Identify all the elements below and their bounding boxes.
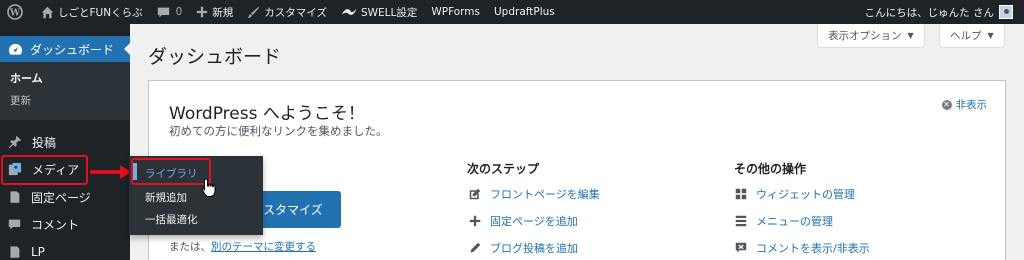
comment-icon: [8, 219, 21, 229]
edit-pencil-icon: [470, 242, 481, 253]
submenu-home[interactable]: ホーム: [10, 70, 43, 86]
caret-down-icon: ▼: [987, 31, 994, 40]
swell-label: SWELL設定: [360, 6, 418, 19]
flyout-add-new[interactable]: 新規追加: [145, 190, 187, 205]
dashboard-submenu: ホーム 更新: [0, 62, 130, 120]
wpforms-link[interactable]: WPForms: [424, 0, 487, 24]
menu-dashboard[interactable]: ダッシュボード: [0, 36, 130, 62]
page-title: ダッシュボード: [148, 46, 282, 68]
change-theme-line: または、別のテーマに変更する: [169, 239, 316, 254]
other-actions-heading: その他の操作: [734, 162, 807, 176]
next-step-label: フロントページを編集: [490, 188, 600, 201]
home-icon: [41, 6, 54, 18]
paintbrush-icon: [248, 6, 260, 18]
wpforms-label: WPForms: [431, 6, 480, 18]
next-step-label: 固定ページを追加: [490, 215, 578, 228]
avatar: [999, 5, 1013, 19]
admin-sidebar: ダッシュボード ホーム 更新 投稿 メディア 固定ページ コメント LP: [0, 24, 130, 260]
media-highlight-box: [1, 155, 88, 185]
media-flyout-submenu: ライブラリ 新規追加 一括最適化: [129, 156, 263, 235]
wordpress-logo-icon[interactable]: W: [0, 0, 34, 24]
comment-icon: [157, 7, 169, 17]
hand-cursor-icon: [201, 178, 216, 197]
comments-link[interactable]: 0: [150, 0, 190, 24]
next-step-label: ブログ投稿を追加: [490, 242, 578, 255]
welcome-title: WordPress へようこそ！: [169, 104, 365, 124]
svg-text:W: W: [9, 9, 21, 19]
change-theme-link[interactable]: 別のテーマに変更する: [211, 241, 316, 253]
updraftplus-link[interactable]: UpdraftPlus: [487, 0, 562, 24]
dismiss-link[interactable]: ✕ 非表示: [941, 97, 988, 112]
welcome-subtitle: 初めての方に便利なリンクを集めました。: [169, 124, 388, 138]
next-step-add-page[interactable]: 固定ページを追加: [469, 213, 578, 229]
menu-posts-label: 投稿: [32, 135, 57, 150]
other-action-widgets[interactable]: ウィジェットの管理: [735, 186, 855, 202]
other-action-label: ウィジェットの管理: [756, 188, 855, 201]
menu-pages-label: 固定ページ: [31, 190, 91, 205]
library-highlight-box: [131, 158, 211, 185]
account-menu[interactable]: こんにちは、じゅんた さん: [858, 0, 1020, 24]
comment-disabled-icon: [735, 242, 747, 253]
menu-comments-label: コメント: [31, 217, 80, 232]
screen-options-button[interactable]: 表示オプション ▼: [817, 24, 925, 48]
plus-icon: [197, 6, 208, 18]
edit-page-icon: [469, 188, 481, 200]
next-step-edit-front[interactable]: フロントページを編集: [469, 186, 600, 202]
menu-dashboard-label: ダッシュボード: [30, 42, 115, 57]
other-action-label: コメントを表示/非表示: [756, 242, 870, 255]
next-step-add-post[interactable]: ブログ投稿を追加: [469, 240, 578, 256]
screen-options-label: 表示オプション: [828, 30, 902, 42]
other-action-label: メニューの管理: [756, 215, 833, 228]
new-label: 新規: [212, 6, 234, 19]
current-menu-arrow: [124, 43, 130, 55]
help-button[interactable]: ヘルプ ▼: [939, 24, 1005, 48]
pages-icon: [10, 191, 20, 203]
help-label: ヘルプ: [950, 30, 982, 42]
admin-bar: W しごとFUNくらぶ 0 新規 カスタマイズ SWELL設定 WPForms …: [0, 0, 1024, 24]
flyout-bulk-optimize[interactable]: 一括最適化: [145, 212, 198, 227]
pages-icon: [10, 246, 20, 258]
menu-lp[interactable]: LP: [0, 239, 130, 260]
menu-list-icon: [735, 215, 747, 227]
customize-label: カスタマイズ: [264, 6, 327, 19]
other-action-comments[interactable]: コメントを表示/非表示: [735, 240, 870, 256]
menu-pages[interactable]: 固定ページ: [0, 184, 130, 210]
submenu-update[interactable]: 更新: [10, 93, 31, 108]
menu-lp-label: LP: [31, 245, 45, 259]
red-pointer-arrow-icon: [90, 164, 132, 180]
swell-settings-link[interactable]: SWELL設定: [334, 0, 424, 24]
other-action-menus[interactable]: メニューの管理: [735, 213, 833, 229]
site-name-link[interactable]: しごとFUNくらぶ: [34, 0, 150, 24]
dismiss-label: 非表示: [955, 99, 988, 111]
close-icon: ✕: [941, 99, 952, 110]
welcome-panel: WordPress へようこそ！ 初めての方に便利なリンクを集めました。 ✕ 非…: [148, 80, 1006, 260]
updraftplus-label: UpdraftPlus: [494, 6, 555, 18]
widgets-icon: [735, 188, 747, 200]
new-content-link[interactable]: 新規: [189, 0, 240, 24]
greeting: こんにちは、じゅんた さん: [864, 6, 994, 19]
comment-count: 0: [175, 6, 183, 18]
next-steps-heading: 次のステップ: [467, 162, 540, 176]
caret-down-icon: ▼: [907, 31, 914, 40]
dashboard-gauge-icon: [8, 43, 23, 55]
menu-comments[interactable]: コメント: [0, 211, 130, 237]
customize-link[interactable]: カスタマイズ: [240, 0, 334, 24]
menu-posts[interactable]: 投稿: [0, 129, 130, 155]
swell-wave-icon: [341, 8, 357, 15]
pushpin-icon: [8, 135, 22, 149]
or-text: または、: [169, 241, 211, 253]
plus-icon: [469, 215, 481, 227]
site-name: しごとFUNくらぶ: [58, 6, 143, 19]
